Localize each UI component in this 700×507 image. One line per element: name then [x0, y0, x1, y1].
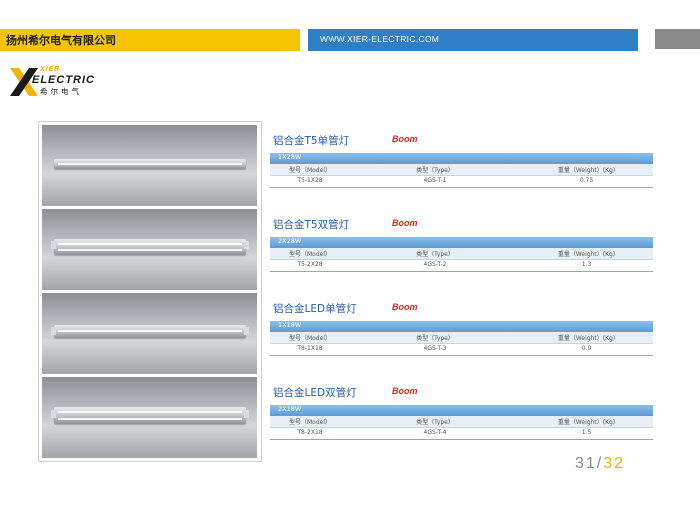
model-value: T5-1X28	[297, 177, 323, 184]
type-value: 4GS-T-3	[423, 345, 447, 352]
wattage-label: 1X18W	[278, 321, 302, 329]
spec-value-row: T8-2X18 4GS-T-4 1.5	[270, 428, 653, 440]
product-tag: Boom	[392, 218, 418, 228]
column-header-weight: 重量（Weight）(Kg)	[557, 251, 616, 258]
wattage-label: 2X28W	[278, 237, 302, 245]
company-name-bar: 扬州希尔电气有限公司	[0, 29, 300, 51]
logo-brand-top: XIER	[40, 66, 61, 73]
wattage-bar: 1X28W	[270, 153, 653, 164]
total-pages: 32	[603, 455, 626, 472]
product-photo-t5-single	[42, 125, 257, 206]
column-header-model: 型号（Model）	[288, 335, 331, 342]
logo-brand-cn: 希尔电气	[40, 87, 82, 96]
model-value: T8-1X18	[297, 345, 323, 352]
column-header-model: 型号（Model）	[288, 251, 331, 258]
column-header-model: 型号（Model）	[288, 167, 331, 174]
spec-value-row: T5-2X28 4GS-T-2 1.3	[270, 260, 653, 272]
model-value: T8-2X18	[297, 429, 323, 436]
product-tag: Boom	[392, 386, 418, 396]
company-logo: XIER ELECTRIC 希尔电气	[10, 66, 110, 96]
website-url[interactable]: WWW.XIER-ELECTRIC.COM	[320, 34, 439, 44]
product-title: 铝合金LED单管灯	[273, 303, 357, 315]
company-name: 扬州希尔电气有限公司	[6, 34, 116, 47]
product-block-t5-double: 铝合金T5双管灯 Boom 2X28W 型号（Model） 类型（Type） 重…	[270, 217, 653, 277]
product-block-t5-single: 铝合金T5单管灯 Boom 1X28W 型号（Model） 类型（Type） 重…	[270, 133, 653, 193]
spec-header-row: 型号（Model） 类型（Type） 重量（Weight）(Kg)	[270, 164, 653, 176]
model-value: T5-2X28	[297, 261, 323, 268]
product-title: 铝合金T5单管灯	[273, 135, 350, 147]
weight-value: 1.3	[581, 261, 592, 268]
column-header-type: 类型（Type）	[416, 335, 454, 342]
type-value: 4GS-T-1	[423, 177, 447, 184]
column-header-weight: 重量（Weight）(Kg)	[557, 167, 616, 174]
current-page: 31	[575, 455, 597, 472]
spec-value-row: T8-1X18 4GS-T-3 0.9	[270, 344, 653, 356]
spec-header-row: 型号（Model） 类型（Type） 重量（Weight）(Kg)	[270, 416, 653, 428]
spec-header-row: 型号（Model） 类型（Type） 重量（Weight）(Kg)	[270, 332, 653, 344]
product-photo-t5-double	[42, 209, 257, 290]
weight-value: 0.75	[579, 177, 594, 184]
product-photo-led-single	[42, 293, 257, 374]
product-block-led-single: 铝合金LED单管灯 Boom 1X18W 型号（Model） 类型（Type） …	[270, 301, 653, 361]
wattage-bar: 2X18W	[270, 405, 653, 416]
type-value: 4GS-T-2	[423, 261, 447, 268]
column-header-type: 类型（Type）	[416, 167, 454, 174]
product-title: 铝合金T5双管灯	[273, 219, 350, 231]
product-photo-led-double	[42, 377, 257, 458]
spec-value-row: T5-1X28 4GS-T-1 0.75	[270, 176, 653, 188]
column-header-weight: 重量（Weight）(Kg)	[557, 419, 616, 426]
page-number: 31/32	[575, 455, 625, 473]
wattage-bar: 1X18W	[270, 321, 653, 332]
type-value: 4GS-T-4	[423, 429, 447, 436]
website-bar: WWW.XIER-ELECTRIC.COM	[308, 29, 638, 51]
weight-value: 1.5	[581, 429, 592, 436]
product-photo-panel	[38, 121, 262, 462]
header-accent-block	[655, 29, 700, 49]
product-tag: Boom	[392, 134, 418, 144]
product-block-led-double: 铝合金LED双管灯 Boom 2X18W 型号（Model） 类型（Type） …	[270, 385, 653, 445]
wattage-label: 1X28W	[278, 153, 302, 161]
wattage-label: 2X18W	[278, 405, 302, 413]
logo-brand-main: ELECTRIC	[32, 74, 95, 86]
column-header-type: 类型（Type）	[416, 419, 454, 426]
column-header-weight: 重量（Weight）(Kg)	[557, 335, 616, 342]
product-tag: Boom	[392, 302, 418, 312]
weight-value: 0.9	[581, 345, 592, 352]
product-title: 铝合金LED双管灯	[273, 387, 357, 399]
column-header-model: 型号（Model）	[288, 419, 331, 426]
spec-header-row: 型号（Model） 类型（Type） 重量（Weight）(Kg)	[270, 248, 653, 260]
column-header-type: 类型（Type）	[416, 251, 454, 258]
wattage-bar: 2X28W	[270, 237, 653, 248]
